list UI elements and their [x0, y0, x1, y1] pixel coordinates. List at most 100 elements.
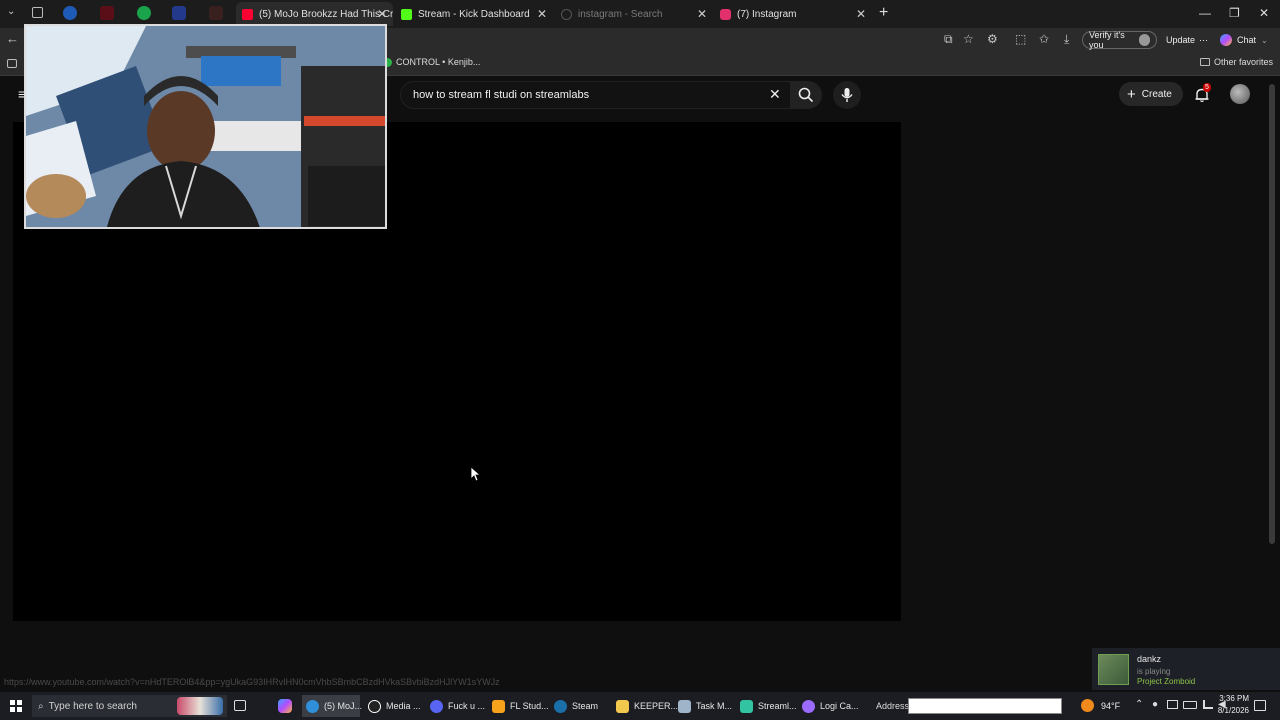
search-icon — [798, 87, 814, 103]
display-icon[interactable] — [1167, 700, 1178, 709]
taskbar-app-fl-studio[interactable]: FL Stud... — [490, 695, 549, 717]
favorite-star-icon[interactable]: ☆ — [963, 32, 974, 46]
close-icon[interactable]: ✕ — [697, 7, 707, 21]
copilot-taskbar-icon[interactable] — [278, 699, 292, 713]
weather-icon[interactable] — [1081, 699, 1094, 712]
taskbar-app-steam[interactable]: Steam — [552, 695, 608, 717]
close-window-button[interactable]: ✕ — [1259, 6, 1269, 20]
task-view-icon[interactable] — [234, 700, 246, 711]
restore-button[interactable]: ❐ — [1229, 6, 1240, 20]
search-icon: ⌕ — [38, 700, 44, 712]
address-toolbar-input[interactable] — [908, 698, 1062, 714]
start-button[interactable] — [10, 700, 22, 712]
chevron-down-icon: ⌄ — [1261, 35, 1268, 45]
friend-game: Project Zomboid — [1137, 677, 1196, 686]
account-avatar[interactable] — [1230, 84, 1250, 104]
mouse-cursor — [471, 467, 481, 482]
page-scrollbar[interactable] — [1269, 84, 1275, 544]
favorite-item-control[interactable]: CONTROL • Kenjib... — [383, 57, 480, 67]
taskbar-app-label: KEEPER... — [634, 701, 679, 711]
webcam-image — [26, 26, 385, 227]
windows-taskbar: ⌕ Type here to search (5) MoJ... Media .… — [0, 692, 1280, 720]
taskbar-app-discord[interactable]: Fuck u ... — [428, 695, 485, 717]
kick-icon — [401, 8, 412, 20]
friend-avatar — [1098, 654, 1129, 685]
taskbar-app-keeper[interactable]: KEEPER... — [614, 695, 678, 717]
create-label: Create — [1141, 88, 1172, 100]
action-center-icon[interactable] — [1254, 700, 1266, 711]
notification-count-badge: 5 — [1203, 83, 1211, 92]
other-favorites-label: Other favorites — [1214, 57, 1274, 67]
taskbar-app-media[interactable]: Media ... — [366, 695, 422, 717]
address-toolbar-label: Address — [876, 701, 910, 711]
link-status-url: https://www.youtube.com/watch?v=nHdTEROl… — [4, 677, 500, 687]
taskbar-app-label: Steam — [572, 701, 599, 711]
clock-date[interactable]: 8/1/2026 — [1201, 706, 1249, 715]
tab-title: (7) Instagram — [737, 8, 797, 20]
chevron-up-icon[interactable]: ⌃ — [1135, 699, 1143, 710]
search-input[interactable]: how to stream fl studi on streamlabs — [400, 81, 794, 109]
clear-search-icon[interactable]: ✕ — [769, 86, 781, 103]
copilot-chat-button[interactable]: Chat ⌄ — [1214, 31, 1274, 49]
tab-youtube[interactable]: (5) MoJo Brookzz Had This Crowd ✕ — [236, 2, 393, 26]
taskbar-app-task-manager[interactable]: Task M... — [676, 695, 732, 717]
tab-title: instagram - Search — [578, 8, 663, 20]
search-icon — [561, 8, 572, 20]
logi-icon — [802, 699, 815, 713]
media-player-icon — [368, 699, 381, 713]
create-button[interactable]: + Create — [1119, 82, 1183, 106]
split-screen-icon[interactable]: ⧉ — [944, 32, 953, 47]
taskbar-app-label: Task M... — [696, 701, 733, 711]
search-button[interactable] — [790, 81, 822, 109]
pinned-tab-red-icon[interactable] — [100, 6, 114, 20]
favorites-icon[interactable]: ✩ — [1039, 32, 1049, 46]
pinned-tab-green-icon[interactable] — [137, 6, 151, 20]
taskbar-app-label: FL Stud... — [510, 701, 549, 711]
profile-avatar — [1139, 34, 1150, 46]
plus-icon: + — [1127, 85, 1136, 103]
pinned-tab-download-icon[interactable] — [63, 6, 77, 20]
youtube-icon — [242, 8, 253, 20]
taskbar-search-box[interactable]: ⌕ Type here to search — [32, 695, 227, 717]
keeper-icon — [616, 699, 629, 713]
microphone-icon[interactable]: ● — [1152, 699, 1158, 710]
other-favorites-folder[interactable]: Other favorites — [1200, 57, 1273, 67]
sidebar-toggle-icon[interactable] — [7, 59, 17, 68]
discord-icon — [430, 699, 443, 713]
taskbar-app-logi[interactable]: Logi Ca... — [800, 695, 859, 717]
back-button[interactable]: ← — [6, 31, 19, 46]
webcam-overlay — [24, 24, 387, 229]
close-icon[interactable]: ✕ — [856, 7, 866, 21]
weather-temp[interactable]: 94°F — [1101, 701, 1120, 711]
clock-time[interactable]: 3:36 PM — [1209, 694, 1249, 703]
more-icon: ⋯ — [1199, 34, 1209, 45]
tab-title: (5) MoJo Brookzz Had This Crowd — [259, 8, 393, 20]
voice-search-button[interactable] — [833, 81, 861, 109]
close-icon[interactable]: ✕ — [377, 7, 387, 21]
downloads-icon[interactable]: ⤓ — [1064, 32, 1069, 47]
new-tab-button[interactable]: + — [879, 4, 888, 22]
update-button[interactable]: Update ⋯ — [1160, 31, 1208, 49]
search-placeholder: Type here to search — [48, 700, 137, 712]
taskbar-app-streamlabs[interactable]: Streaml... — [738, 695, 797, 717]
copilot-icon — [1220, 34, 1232, 46]
pinned-tab-gmail-icon[interactable] — [209, 6, 223, 20]
keyboard-icon[interactable] — [1183, 701, 1197, 709]
tab-instagram-search[interactable]: instagram - Search ✕ — [555, 2, 713, 26]
taskbar-app-edge[interactable]: (5) MoJ... — [302, 695, 362, 717]
steam-friend-notification[interactable]: dankz is playing Project Zomboid — [1092, 648, 1280, 690]
extensions-icon[interactable]: ⚙ — [987, 32, 998, 46]
friend-name: dankz — [1137, 654, 1162, 664]
tab-actions-icon[interactable]: ⌄ — [7, 6, 15, 17]
close-icon[interactable]: ✕ — [537, 7, 547, 21]
notifications-button[interactable]: 5 — [1194, 83, 1212, 104]
verify-profile-button[interactable]: Verify it's you — [1082, 30, 1157, 50]
search-query-text: how to stream fl studi on streamlabs — [413, 89, 590, 101]
split-icon[interactable]: ⬚ — [1015, 32, 1026, 46]
minimize-button[interactable]: — — [1199, 6, 1211, 20]
pinned-tab-blue-icon[interactable] — [172, 6, 186, 20]
workspaces-icon[interactable] — [32, 7, 43, 18]
tab-instagram[interactable]: (7) Instagram ✕ — [714, 2, 872, 26]
tab-kick[interactable]: Stream - Kick Dashboard ✕ — [395, 2, 553, 26]
fl-studio-icon — [492, 699, 505, 713]
